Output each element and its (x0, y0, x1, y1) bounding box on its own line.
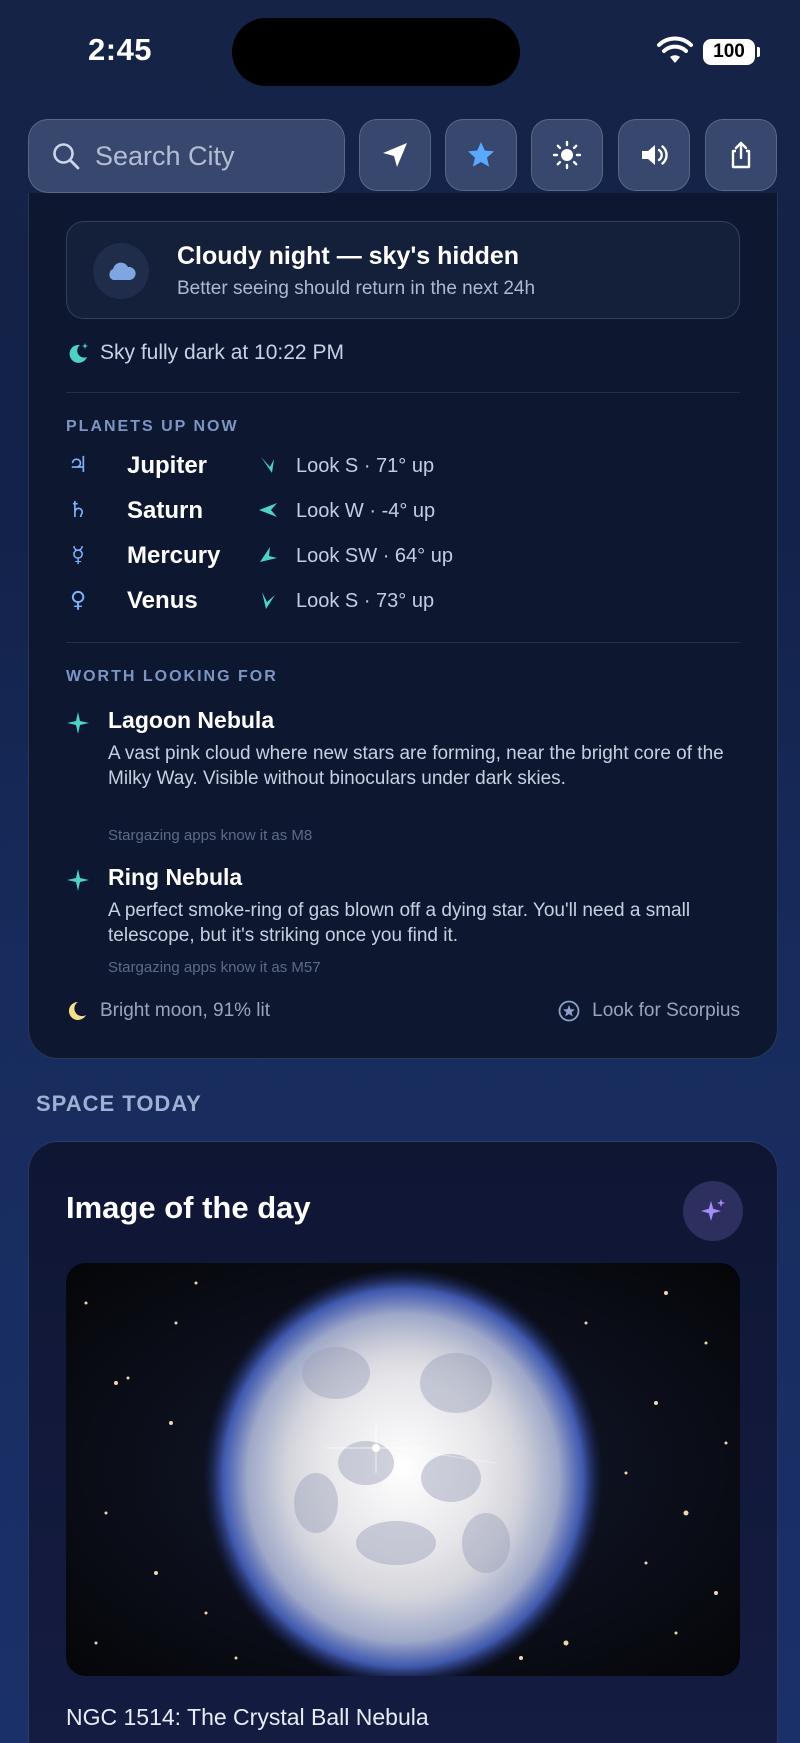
jupiter-symbol-icon: ♃ (68, 453, 88, 478)
cloud-alert: Cloudy night — sky's hidden Better seein… (66, 221, 740, 319)
favorite-button[interactable] (445, 119, 517, 191)
battery-indicator: 100 (703, 39, 760, 65)
divider (66, 642, 740, 643)
sun-icon (552, 140, 582, 170)
planet-row-mercury[interactable]: ☿ Mercury Look SW · 64° up (66, 537, 706, 577)
image-caption: NGC 1514: The Crystal Ball Nebula (66, 1704, 429, 1730)
search-input[interactable] (95, 140, 315, 172)
object-description: A vast pink cloud where new stars are fo… (108, 743, 724, 789)
moon-star-icon (69, 343, 88, 363)
planet-name: Jupiter (127, 452, 208, 479)
planet-direction: Look SW · 64° up (296, 545, 453, 567)
object-item-lagoon-nebula[interactable]: Lagoon Nebula A vast pink cloud where ne… (66, 707, 740, 857)
cloud-icon (93, 243, 149, 299)
constellation-hint[interactable]: Look for Scorpius (558, 1000, 740, 1022)
planet-name: Venus (127, 587, 198, 614)
constellation-text: Look for Scorpius (592, 1000, 740, 1021)
speaker-icon (642, 145, 668, 165)
planet-direction: Look S · 71° up (296, 455, 435, 477)
status-time: 2:45 (88, 32, 153, 67)
wifi-icon (657, 36, 693, 63)
star-circle-icon (558, 1000, 580, 1022)
alert-subtitle: Better seeing should return in the next … (177, 278, 536, 299)
venus-symbol-icon: ♀ (69, 588, 87, 613)
search-bar[interactable] (28, 119, 345, 193)
share-button[interactable] (705, 119, 777, 191)
direction-arrow-icon (259, 503, 277, 517)
status-bar: 2:45 100 (0, 0, 800, 100)
sparkle-icon (67, 869, 89, 891)
object-alias: Stargazing apps know it as M57 (108, 959, 321, 976)
sound-button[interactable] (618, 119, 690, 191)
planet-row-venus[interactable]: ♀ Venus Look S · 73° up (66, 582, 706, 622)
nebula-image[interactable] (66, 1263, 740, 1676)
location-arrow-icon (383, 143, 407, 167)
worth-section-label: WORTH LOOKING FOR (66, 668, 278, 685)
object-description: A perfect smoke-ring of gas blown off a … (108, 900, 691, 946)
image-of-the-day-card[interactable]: Image of the day NGC 1514: The Crystal B… (28, 1141, 778, 1743)
planet-direction: Look W · -4° up (296, 500, 436, 522)
share-icon (731, 141, 751, 169)
planets-section-label: PLANETS UP NOW (66, 418, 239, 435)
star-icon (468, 142, 494, 167)
object-item-ring-nebula[interactable]: Ring Nebula A perfect smoke-ring of gas … (66, 864, 740, 984)
planet-name: Saturn (127, 497, 204, 524)
space-today-heading: SPACE TODAY (36, 1091, 202, 1116)
dark-time-text: Sky fully dark at 10:22 PM (100, 341, 344, 364)
alert-title: Cloudy night — sky's hidden (177, 242, 520, 270)
nebula-picture (66, 1263, 740, 1676)
sparkle-icon (67, 712, 89, 734)
ai-sparkle-button[interactable] (683, 1181, 743, 1241)
direction-arrow-icon (260, 547, 277, 562)
saturn-symbol-icon: ♄ (68, 498, 88, 523)
tonight-card: Cloudy night — sky's hidden Better seein… (28, 193, 778, 1059)
moon-text: Bright moon, 91% lit (100, 1000, 271, 1021)
object-name: Ring Nebula (108, 864, 243, 890)
card-title: Image of the day (66, 1190, 311, 1225)
moon-status: Bright moon, 91% lit (66, 1000, 270, 1022)
planet-row-saturn[interactable]: ♄ Saturn Look W · -4° up (66, 492, 706, 532)
brightness-button[interactable] (531, 119, 603, 191)
divider (66, 392, 740, 393)
planet-name: Mercury (127, 542, 221, 569)
mercury-symbol-icon: ☿ (71, 543, 85, 568)
planet-direction: Look S · 73° up (296, 590, 435, 612)
toolbar (28, 119, 778, 193)
moon-icon (68, 1001, 86, 1020)
location-button[interactable] (359, 119, 431, 191)
object-name: Lagoon Nebula (108, 707, 275, 733)
sparkles-icon (701, 1199, 725, 1221)
dark-time-row: Sky fully dark at 10:22 PM (66, 341, 344, 365)
search-icon (53, 143, 80, 170)
planet-row-jupiter[interactable]: ♃ Jupiter Look S · 71° up (66, 447, 706, 487)
direction-arrow-icon (262, 592, 275, 609)
direction-arrow-icon (261, 457, 274, 473)
dynamic-island (232, 18, 520, 86)
object-alias: Stargazing apps know it as M8 (108, 827, 313, 844)
